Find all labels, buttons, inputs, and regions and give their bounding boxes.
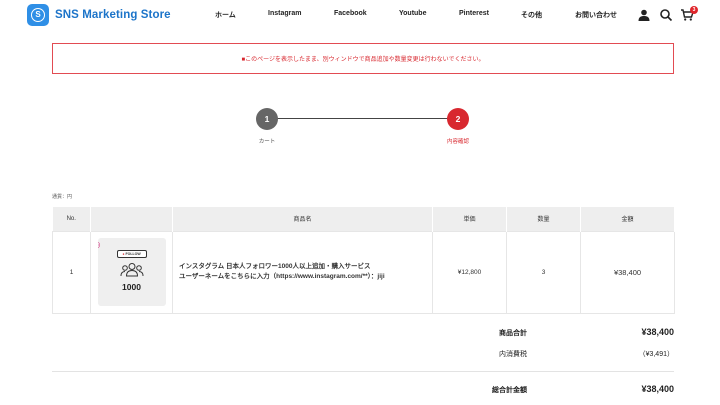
total-row: 総合計金額 ¥38,400: [52, 384, 674, 399]
product-name-cell: インスタグラム 日本人フォロワー1000人以上追加・購入サービス ユーザーネーム…: [172, 230, 433, 314]
subtotal-value: ¥38,400: [641, 327, 674, 337]
person-icon: ●: [122, 252, 125, 256]
nav-instagram[interactable]: Instagram: [268, 10, 301, 17]
follow-tag-text: FOLLOW: [125, 252, 141, 256]
currency-note: 通貨：円: [52, 194, 73, 200]
user-icon[interactable]: [637, 8, 651, 22]
quantity: 3: [506, 230, 581, 314]
col-unit-price: 単価: [432, 207, 507, 231]
follow-tag: ● FOLLOW: [116, 250, 147, 258]
col-no: No.: [52, 207, 91, 231]
step-2-label: 内容確認: [446, 139, 469, 145]
nav-home[interactable]: ホーム: [215, 10, 236, 20]
col-product-name: 商品名: [172, 207, 433, 231]
col-amount: 金額: [580, 207, 675, 231]
product-name-line2: ユーザーネームをこちらに入力（https://www.instagram.com…: [179, 273, 385, 280]
row-number: 1: [52, 230, 91, 314]
step-connector: [267, 118, 458, 119]
cart-count-badge: 3: [690, 6, 698, 14]
nav-other[interactable]: その他: [521, 10, 542, 20]
nav-contact[interactable]: お問い合わせ: [575, 10, 617, 20]
nav-facebook[interactable]: Facebook: [334, 10, 367, 17]
followers-icon: [120, 263, 143, 277]
notice-text: ■このページを表示したまま、別ウィンドウで商品追加や数量変更は行わないでください…: [241, 57, 485, 63]
tax-label: 内消費税: [499, 351, 527, 358]
step-1-label: カート: [258, 139, 276, 145]
total-value: ¥38,400: [641, 384, 674, 394]
warning-notice: ■このページを表示したまま、別ウィンドウで商品追加や数量変更は行わないでください…: [52, 43, 674, 74]
table-header-row: No. 商品名 単価 数量 金額: [52, 207, 675, 231]
table-row: 1 ◎ ● FOLLOW 1000: [52, 230, 675, 314]
col-quantity: 数量: [506, 207, 581, 231]
step-1-circle: 1: [256, 108, 278, 130]
step-2-circle: 2: [447, 108, 469, 130]
product-thumbnail-cell[interactable]: ◎ ● FOLLOW 1000: [90, 230, 173, 314]
product-thumbnail[interactable]: ◎ ● FOLLOW 1000: [97, 238, 166, 306]
tax-row: 内消費税 （¥3,491）: [52, 349, 674, 363]
instagram-icon: ◎: [98, 240, 101, 249]
thumb-follower-count: 1000: [122, 282, 141, 292]
col-image: [90, 207, 173, 231]
product-name-line1[interactable]: インスタグラム 日本人フォロワー1000人以上追加・購入サービス: [179, 262, 432, 272]
subtotal-label: 商品合計: [499, 330, 527, 337]
unit-price: ¥12,800: [432, 230, 507, 314]
line-amount: ¥38,400: [580, 230, 675, 314]
total-label: 総合計金額: [492, 387, 527, 394]
main-nav: ホーム Instagram Facebook Youtube Pinterest…: [0, 10, 720, 22]
nav-pinterest[interactable]: Pinterest: [459, 10, 489, 17]
tax-value: （¥3,491）: [638, 351, 674, 358]
subtotal-row: 商品合計 ¥38,400: [52, 327, 674, 342]
search-icon[interactable]: [659, 8, 673, 22]
cart-table: No. 商品名 単価 数量 金額 1 ◎ ● FOLLOW: [52, 207, 675, 314]
site-header: S SNS Marketing Store ホーム Instagram Face…: [0, 0, 720, 30]
summary-divider: [52, 371, 674, 372]
nav-youtube[interactable]: Youtube: [399, 10, 426, 17]
